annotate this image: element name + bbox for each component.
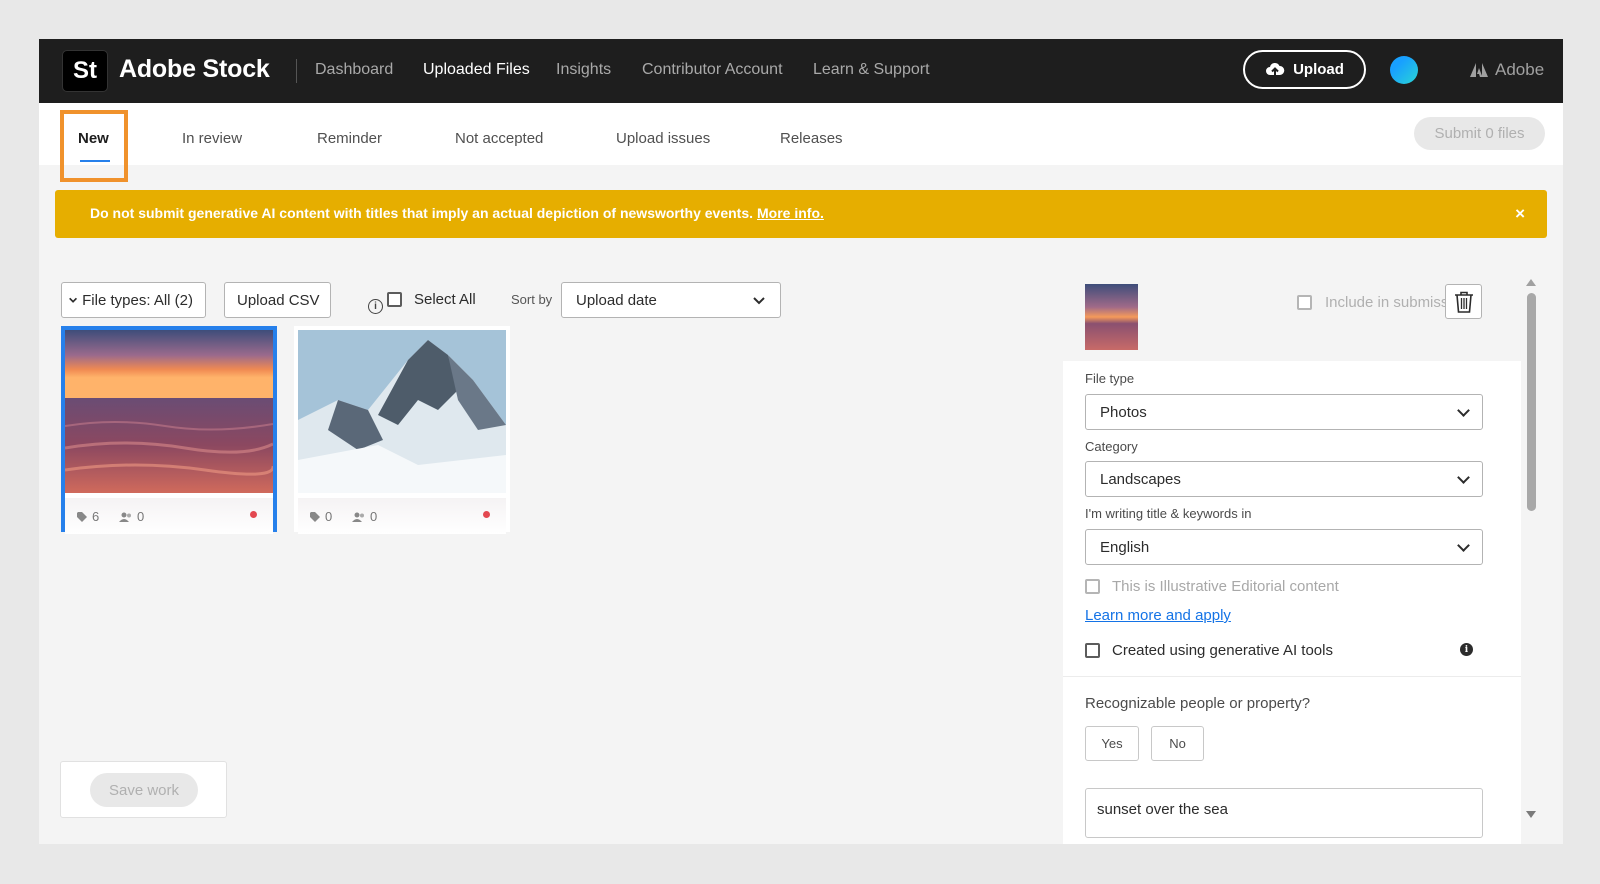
category-label: Category xyxy=(1085,439,1138,454)
info-icon[interactable]: i xyxy=(368,299,383,314)
status-dot xyxy=(483,511,490,518)
keyword-count-value: 6 xyxy=(92,509,100,524)
file-thumbnail-sunset[interactable]: 6 0 xyxy=(61,326,277,534)
thumbnail-meta: 6 0 xyxy=(65,498,273,534)
keyword-count-value: 0 xyxy=(325,509,333,524)
delete-button[interactable] xyxy=(1445,284,1482,319)
chevron-down-icon xyxy=(69,297,78,303)
sort-select[interactable]: Upload date xyxy=(561,282,781,318)
recognizable-people-question: Recognizable people or property? xyxy=(1085,695,1311,712)
upload-button-label: Upload xyxy=(1293,61,1344,78)
nav-dashboard[interactable]: Dashboard xyxy=(315,61,393,79)
language-value: English xyxy=(1100,538,1150,556)
adobe-link[interactable]: Adobe xyxy=(1469,60,1544,80)
scrollbar-thumb[interactable] xyxy=(1527,293,1536,511)
submit-files-button[interactable]: Submit 0 files xyxy=(1414,117,1545,150)
selected-file-preview xyxy=(1085,284,1138,350)
tab-releases[interactable]: Releases xyxy=(780,130,843,147)
language-label: I'm writing title & keywords in xyxy=(1085,506,1252,521)
app-window: St Adobe Stock Dashboard Uploaded Files … xyxy=(39,39,1563,844)
chevron-down-icon xyxy=(1457,539,1470,552)
yes-button[interactable]: Yes xyxy=(1085,726,1139,761)
tab-in-review[interactable]: In review xyxy=(182,130,242,147)
chevron-down-icon xyxy=(1457,471,1470,484)
file-type-value: Photos xyxy=(1100,403,1147,421)
panel-header: Include in submission xyxy=(1063,273,1521,361)
generative-ai-checkbox[interactable] xyxy=(1085,643,1100,658)
people-icon xyxy=(119,512,131,522)
adobe-label: Adobe xyxy=(1495,60,1545,79)
no-button[interactable]: No xyxy=(1151,726,1204,761)
tab-upload-issues[interactable]: Upload issues xyxy=(616,130,710,147)
banner-text: Do not submit generative AI content with… xyxy=(90,205,754,221)
nav-uploaded-files[interactable]: Uploaded Files xyxy=(423,61,530,79)
adobe-logo-icon xyxy=(1470,63,1488,77)
generative-ai-label: Created using generative AI tools xyxy=(1112,642,1333,659)
tab-highlight-box xyxy=(60,110,128,182)
release-count-value: 0 xyxy=(137,509,145,524)
adobe-stock-logo[interactable]: St xyxy=(62,50,108,92)
illustrative-editorial-checkbox[interactable] xyxy=(1085,579,1100,594)
chevron-down-icon xyxy=(753,297,765,305)
upload-button[interactable]: Upload xyxy=(1243,50,1366,89)
sunset-over-sea-image xyxy=(64,330,275,493)
tag-icon xyxy=(77,511,87,522)
save-work-card: Save work xyxy=(60,761,227,818)
file-types-filter[interactable]: File types: All (2) xyxy=(61,282,206,318)
release-count-value: 0 xyxy=(370,509,378,524)
scroll-down-arrow[interactable] xyxy=(1526,811,1536,818)
upload-csv-button[interactable]: Upload CSV xyxy=(224,282,331,318)
panel-divider xyxy=(1063,676,1521,677)
learn-more-link[interactable]: Learn more and apply xyxy=(1085,607,1231,624)
tab-reminder[interactable]: Reminder xyxy=(317,130,382,147)
status-tab-bar: New In review Reminder Not accepted Uplo… xyxy=(39,103,1563,165)
file-thumbnail-mountain[interactable]: 0 0 xyxy=(294,326,510,534)
snowy-mountain-image xyxy=(298,330,506,493)
chevron-down-icon xyxy=(1457,404,1470,417)
category-value: Landscapes xyxy=(1100,470,1181,488)
keyword-count: 6 xyxy=(77,509,99,524)
keyword-count: 0 xyxy=(310,509,332,524)
ai-content-warning-banner: Do not submit generative AI content with… xyxy=(55,190,1547,238)
nav-contributor-account[interactable]: Contributor Account xyxy=(642,61,783,79)
file-types-label: File types: All (2) xyxy=(82,291,193,309)
file-type-label: File type xyxy=(1085,371,1135,386)
title-input[interactable]: sunset over the sea xyxy=(1085,788,1483,838)
tag-icon xyxy=(310,511,320,522)
upload-csv-label: Upload CSV xyxy=(237,291,320,309)
more-info-link[interactable]: More info. xyxy=(757,205,824,221)
tab-not-accepted[interactable]: Not accepted xyxy=(455,130,543,147)
file-type-select[interactable]: Photos xyxy=(1085,394,1483,430)
brand-name[interactable]: Adobe Stock xyxy=(119,55,270,84)
language-select[interactable]: English xyxy=(1085,529,1483,565)
category-select[interactable]: Landscapes xyxy=(1085,461,1483,497)
nav-insights[interactable]: Insights xyxy=(556,61,611,79)
select-all-checkbox[interactable] xyxy=(387,292,402,307)
people-icon xyxy=(352,512,364,522)
illustrative-editorial-label: This is Illustrative Editorial content xyxy=(1112,578,1339,595)
save-work-button[interactable]: Save work xyxy=(90,773,198,807)
user-avatar[interactable] xyxy=(1390,56,1418,84)
close-icon[interactable]: × xyxy=(1515,204,1525,224)
release-count: 0 xyxy=(352,509,377,524)
cloud-upload-icon xyxy=(1266,62,1285,76)
include-in-submission-checkbox[interactable] xyxy=(1297,295,1312,310)
release-count: 0 xyxy=(119,509,144,524)
select-all-label[interactable]: Select All xyxy=(414,291,476,308)
banner-message: Do not submit generative AI content with… xyxy=(90,205,824,221)
scroll-up-arrow[interactable] xyxy=(1526,279,1536,286)
file-details-panel: Include in submission File type Photos C… xyxy=(1063,273,1521,844)
status-dot xyxy=(250,511,257,518)
sort-value: Upload date xyxy=(576,291,657,309)
thumbnail-meta: 0 0 xyxy=(298,498,506,534)
top-navigation-bar: St Adobe Stock Dashboard Uploaded Files … xyxy=(39,39,1563,103)
sort-by-label: Sort by xyxy=(511,292,553,307)
trash-icon xyxy=(1454,291,1473,313)
brand-divider xyxy=(296,59,297,83)
nav-learn-support[interactable]: Learn & Support xyxy=(813,61,930,79)
info-icon[interactable]: i xyxy=(1460,643,1473,656)
